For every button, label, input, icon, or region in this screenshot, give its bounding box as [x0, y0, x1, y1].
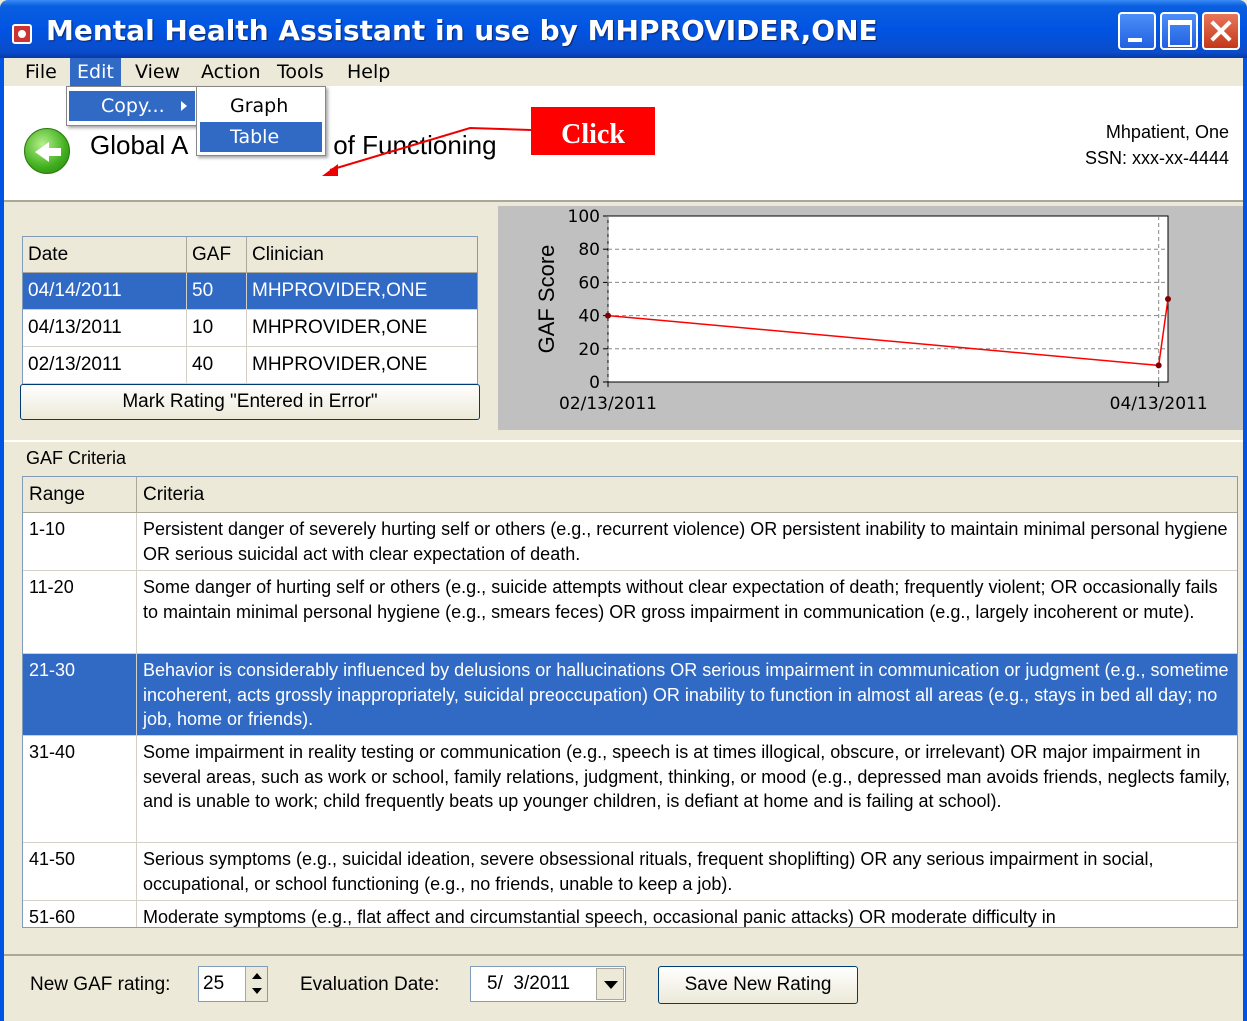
- edit-menu-dropdown: Copy...: [66, 86, 198, 126]
- back-arrow-icon[interactable]: [24, 128, 70, 174]
- gaf-chart[interactable]: 0 20 40 60 80 100 02/13/2011 04/13/2011 GAF Scor…: [498, 206, 1243, 430]
- patient-ssn: SSN: xxx-xx-4444: [1084, 148, 1229, 168]
- cell-clinician: MHPROVIDER,ONE: [252, 317, 428, 338]
- cell-date: 04/13/2011: [23, 310, 187, 347]
- menu-bar: File Edit View Action Tools Help: [4, 58, 1243, 86]
- criteria-text: Some impairment in reality testing or co…: [143, 742, 1231, 811]
- criteria-row[interactable]: 21-30 Behavior is considerably influence…: [23, 654, 1237, 736]
- close-button[interactable]: [1202, 12, 1240, 50]
- criteria-row[interactable]: 51-60 Moderate symptoms (e.g., flat affe…: [23, 901, 1237, 927]
- ratings-table: Date GAF Clinician 04/14/2011 50 MHPROVI…: [22, 236, 478, 384]
- criteria-range: 21-30: [23, 654, 137, 735]
- title-bar: Mental Health Assistant in use by MHPROV…: [0, 0, 1247, 58]
- evaluation-date-value[interactable]: 5/ 3/2011: [487, 973, 570, 995]
- cell-clinician: MHPROVIDER,ONE: [252, 354, 428, 375]
- table-row[interactable]: 04/13/2011 10 MHPROVIDER,ONE: [23, 310, 477, 347]
- criteria-text: Serious symptoms (e.g., suicidal ideatio…: [143, 849, 1154, 894]
- cell-date: 02/13/2011: [23, 347, 187, 384]
- cell-date: 04/14/2011: [23, 273, 187, 310]
- data-point: [1165, 296, 1171, 302]
- menu-help[interactable]: Help: [340, 58, 397, 86]
- y-axis-label: GAF Score: [534, 245, 559, 354]
- menu-view[interactable]: View: [128, 58, 187, 86]
- y-tick-label: 80: [578, 240, 600, 260]
- menu-item-copy-label: Copy...: [101, 95, 165, 117]
- stepper-up-icon[interactable]: [252, 973, 262, 979]
- criteria-section-label: GAF Criteria: [26, 448, 127, 468]
- menu-action[interactable]: Action: [194, 58, 268, 86]
- new-gaf-rating-stepper[interactable]: 25: [198, 966, 268, 1002]
- criteria-range: 31-40: [23, 736, 137, 842]
- column-header-clinician[interactable]: Clinician: [247, 237, 479, 273]
- menu-file[interactable]: File: [18, 58, 64, 86]
- copy-submenu: Graph Table: [196, 86, 326, 156]
- criteria-row[interactable]: 41-50 Serious symptoms (e.g., suicidal i…: [23, 843, 1237, 901]
- criteria-table: Range Criteria 1-10 Persistent danger of…: [22, 476, 1238, 928]
- data-point: [1155, 362, 1162, 369]
- new-gaf-rating-label: New GAF rating:: [30, 974, 171, 995]
- gaf-chart-panel: 0 20 40 60 80 100 02/13/2011 04/13/2011 GAF Scor…: [498, 206, 1243, 430]
- y-tick-label: 100: [568, 207, 600, 227]
- criteria-text: Some danger of hurting self or others (e…: [143, 577, 1218, 622]
- submenu-arrow-icon: [181, 101, 187, 111]
- cell-gaf: 50: [187, 273, 247, 310]
- criteria-range: 1-10: [23, 513, 137, 570]
- data-point: [605, 312, 611, 319]
- criteria-range: 11-20: [23, 571, 137, 653]
- window-border-right: [1243, 58, 1247, 1021]
- maximize-button[interactable]: [1160, 12, 1198, 50]
- criteria-text: Persistent danger of severely hurting se…: [143, 519, 1228, 564]
- x-tick-label: 02/13/2011: [559, 394, 657, 414]
- plot-area: [607, 215, 1169, 383]
- minimize-button[interactable]: [1118, 12, 1156, 50]
- evaluation-date-picker[interactable]: 5/ 3/2011: [470, 966, 626, 1002]
- y-tick-label: 60: [578, 273, 600, 293]
- cell-clinician: MHPROVIDER,ONE: [252, 280, 428, 301]
- save-new-rating-button[interactable]: Save New Rating: [658, 966, 858, 1004]
- menu-item-graph[interactable]: Graph: [200, 91, 322, 121]
- column-header-criteria[interactable]: Criteria: [137, 477, 1237, 513]
- dropdown-arrow-icon[interactable]: [596, 968, 624, 1000]
- criteria-row[interactable]: 11-20 Some danger of hurting self or oth…: [23, 571, 1237, 654]
- menu-edit[interactable]: Edit: [70, 58, 121, 86]
- app-icon[interactable]: [12, 24, 32, 44]
- new-gaf-rating-value[interactable]: 25: [203, 973, 224, 995]
- criteria-range: 41-50: [23, 843, 137, 900]
- cell-gaf: 10: [187, 310, 247, 347]
- criteria-table-header: Range Criteria: [23, 477, 1237, 513]
- evaluation-date-label: Evaluation Date:: [300, 974, 440, 995]
- criteria-text: Moderate symptoms (e.g., flat affect and…: [143, 907, 1056, 927]
- y-tick-label: 0: [589, 373, 600, 393]
- criteria-text: Behavior is considerably influenced by d…: [143, 660, 1229, 729]
- y-tick-label: 40: [578, 307, 600, 327]
- page-title-part2: nt of Functioning: [304, 130, 497, 160]
- menu-tools[interactable]: Tools: [270, 58, 331, 86]
- column-header-date[interactable]: Date: [23, 237, 187, 273]
- stepper-down-icon[interactable]: [252, 988, 262, 994]
- table-row[interactable]: 04/14/2011 50 MHPROVIDER,ONE: [23, 273, 477, 310]
- column-header-gaf[interactable]: GAF: [187, 237, 247, 273]
- table-row[interactable]: 02/13/2011 40 MHPROVIDER,ONE: [23, 347, 477, 384]
- mark-entered-in-error-button[interactable]: Mark Rating "Entered in Error": [20, 384, 480, 420]
- y-tick-label: 20: [578, 340, 600, 360]
- column-header-range[interactable]: Range: [23, 477, 137, 513]
- stepper-buttons[interactable]: [245, 967, 267, 1001]
- menu-item-copy[interactable]: Copy...: [69, 91, 195, 121]
- criteria-row[interactable]: 1-10 Persistent danger of severely hurti…: [23, 513, 1237, 571]
- criteria-range: 51-60: [23, 901, 137, 927]
- window-title: Mental Health Assistant in use by MHPROV…: [46, 14, 878, 47]
- menu-item-table[interactable]: Table: [200, 122, 322, 152]
- click-annotation: Click: [531, 107, 655, 155]
- patient-name: Mhpatient, One: [1105, 122, 1229, 142]
- criteria-row[interactable]: 31-40 Some impairment in reality testing…: [23, 736, 1237, 843]
- cell-gaf: 40: [187, 347, 247, 384]
- page-title-part1: Global A: [90, 130, 189, 160]
- ratings-table-header: Date GAF Clinician: [23, 237, 477, 273]
- x-tick-label: 04/13/2011: [1110, 394, 1208, 414]
